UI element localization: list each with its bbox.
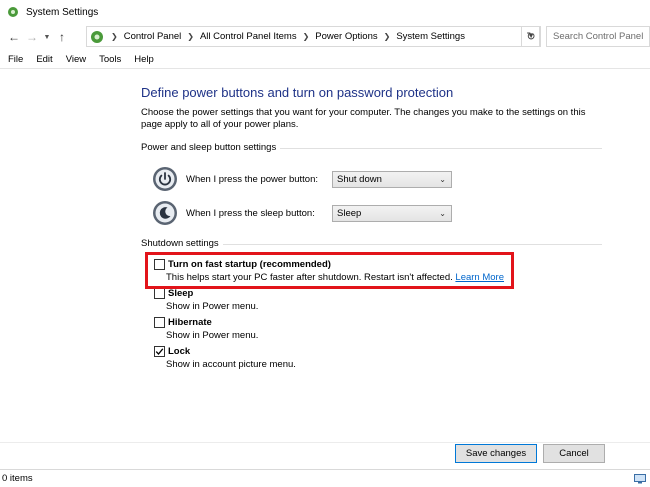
menu-tools[interactable]: Tools <box>99 54 121 65</box>
power-section-label: Power and sleep button settings <box>141 142 281 153</box>
sleep-description: Show in Power menu. <box>166 301 259 312</box>
computer-icon <box>634 474 646 484</box>
status-bar: 0 items <box>0 469 650 487</box>
chevron-right-icon: ❯ <box>302 32 310 41</box>
search-box[interactable] <box>546 26 650 47</box>
menu-help[interactable]: Help <box>134 54 154 65</box>
lock-label[interactable]: Lock <box>168 346 190 357</box>
recent-locations-chevron-icon[interactable]: ▼ <box>41 28 53 46</box>
page-description: Choose the power settings that you want … <box>141 107 586 130</box>
power-button-icon <box>153 167 177 191</box>
chevron-down-icon: ⌄ <box>439 208 446 218</box>
lock-checkbox[interactable] <box>154 346 165 357</box>
sleep-button-label: When I press the sleep button: <box>186 207 315 219</box>
sleep-button-setting: When I press the sleep button: Sleep ⌄ <box>152 200 452 226</box>
menu-view[interactable]: View <box>66 54 86 65</box>
forward-arrow-icon[interactable]: → <box>23 28 41 46</box>
sleep-option: Sleep Show in Power menu. <box>154 288 258 312</box>
footer-divider <box>0 442 650 443</box>
save-changes-button[interactable]: Save changes <box>455 444 537 463</box>
page-title: Define power buttons and turn on passwor… <box>141 85 454 100</box>
title-bar: System Settings <box>0 0 650 24</box>
sleep-button-select[interactable]: Sleep ⌄ <box>332 204 452 222</box>
breadcrumb-all-items[interactable]: ❯ All Control Panel Items <box>181 31 296 42</box>
power-button-select[interactable]: Shut down ⌄ <box>332 170 452 188</box>
chevron-right-icon: ❯ <box>187 32 194 41</box>
refresh-icon[interactable]: ↻ <box>521 26 541 47</box>
chevron-right-icon: ❯ <box>383 32 391 41</box>
item-count: 0 items <box>2 473 33 484</box>
control-panel-icon <box>8 7 18 17</box>
fast-startup-highlight <box>145 252 514 289</box>
window-title: System Settings <box>26 6 99 18</box>
hibernate-checkbox[interactable] <box>154 317 165 328</box>
breadcrumb-power-options[interactable]: ❯ Power Options <box>297 31 378 42</box>
breadcrumb-control-panel[interactable]: ❯ Control Panel <box>109 31 181 42</box>
breadcrumb-system-settings[interactable]: ❯ System Settings <box>378 31 465 42</box>
shutdown-section-label: Shutdown settings <box>141 238 223 249</box>
menu-file[interactable]: File <box>8 54 23 65</box>
sleep-button-value: Sleep <box>337 207 362 219</box>
hibernate-description: Show in Power menu. <box>166 330 259 341</box>
power-button-label: When I press the power button: <box>186 173 319 185</box>
power-button-value: Shut down <box>337 173 382 185</box>
power-button-setting: When I press the power button: Shut down… <box>152 166 452 192</box>
sleep-checkbox[interactable] <box>154 288 165 299</box>
checkmark-icon <box>155 348 164 355</box>
sleep-label[interactable]: Sleep <box>168 288 193 299</box>
back-arrow-icon[interactable]: ← <box>5 28 23 46</box>
sleep-button-icon <box>153 201 177 225</box>
address-bar[interactable]: ❯ Control Panel ❯ All Control Panel Item… <box>86 26 540 47</box>
main-content: Define power buttons and turn on passwor… <box>0 70 650 463</box>
control-panel-icon <box>91 30 103 43</box>
cancel-button[interactable]: Cancel <box>543 444 605 463</box>
chevron-right-icon: ❯ <box>111 32 118 41</box>
menu-edit[interactable]: Edit <box>36 54 52 65</box>
chevron-down-icon: ⌄ <box>439 174 446 184</box>
up-arrow-icon[interactable]: ↑ <box>53 28 71 46</box>
search-input[interactable] <box>553 31 649 42</box>
menu-bar: File Edit View Tools Help <box>0 51 650 69</box>
lock-description: Show in account picture menu. <box>166 359 296 370</box>
lock-option: Lock Show in account picture menu. <box>154 346 296 370</box>
navigation-bar: ← → ▼ ↑ ❯ Control Panel ❯ All Control Pa… <box>0 26 650 48</box>
hibernate-option: Hibernate Show in Power menu. <box>154 317 258 341</box>
hibernate-label[interactable]: Hibernate <box>168 317 212 328</box>
